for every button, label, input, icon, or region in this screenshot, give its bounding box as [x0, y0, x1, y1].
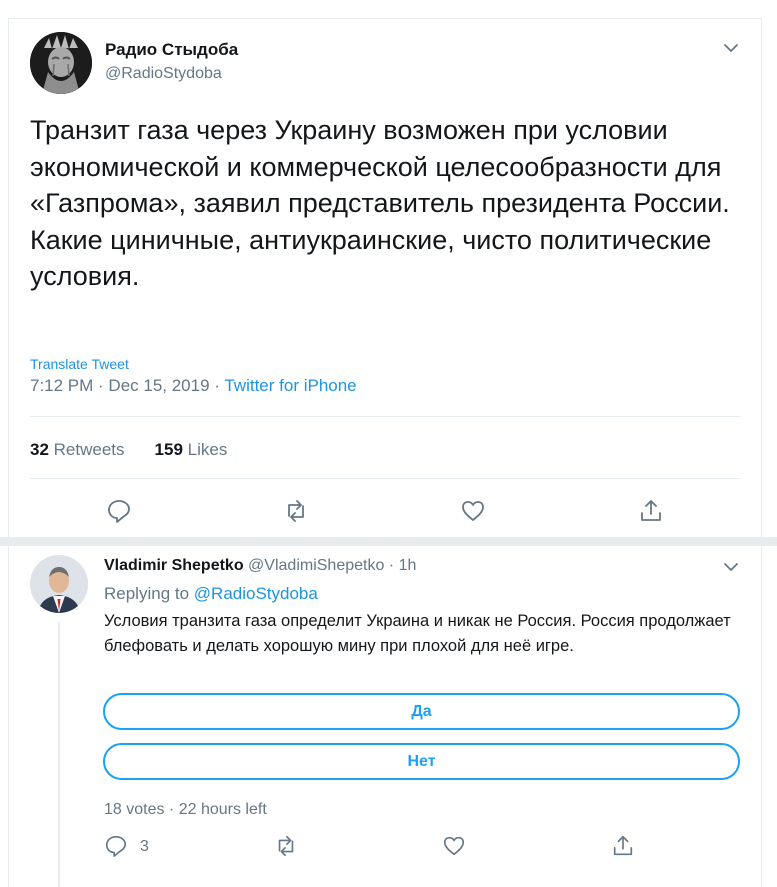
retweets-label: Retweets: [53, 440, 125, 459]
reply-time[interactable]: · 1h: [384, 557, 417, 574]
reply-icon[interactable]: [104, 834, 128, 858]
replying-prefix: Replying to: [104, 584, 194, 603]
reply-text: Условия транзита газа определит Украина …: [104, 612, 731, 655]
likes-label: Likes: [187, 440, 228, 459]
like-icon[interactable]: [442, 834, 466, 858]
tweet-timestamp[interactable]: 7:12 PM · Dec 15, 2019 ·: [30, 376, 224, 395]
chevron-down-icon[interactable]: [722, 39, 740, 57]
replying-to: Replying to @RadioStydoba: [104, 584, 318, 604]
reply-author-avatar[interactable]: [30, 555, 88, 613]
author-handle[interactable]: @RadioStydoba: [105, 65, 222, 83]
translate-tweet-link[interactable]: Translate Tweet: [30, 356, 129, 372]
likes-stat[interactable]: 159 Likes: [155, 440, 228, 459]
chevron-down-icon[interactable]: [722, 558, 740, 576]
divider: [30, 416, 740, 417]
tweet-meta: 7:12 PM · Dec 15, 2019 · Twitter for iPh…: [30, 376, 357, 396]
divider: [30, 478, 740, 479]
poll-option-no[interactable]: Нет: [103, 743, 740, 780]
likes-count: 159: [154, 440, 183, 459]
like-icon[interactable]: [460, 498, 486, 524]
tweet-source[interactable]: Twitter for iPhone: [224, 376, 356, 395]
retweets-count: 32: [30, 440, 49, 459]
tweet-stats: 32 Retweets 159 Likes: [30, 440, 227, 460]
thread-line: [58, 622, 60, 887]
reply-icon[interactable]: [106, 498, 132, 524]
replying-to-link[interactable]: @RadioStydoba: [194, 584, 318, 603]
retweets-stat[interactable]: 32 Retweets: [30, 440, 125, 459]
retweet-icon[interactable]: [283, 498, 309, 524]
share-icon[interactable]: [611, 834, 635, 858]
reply-count: 3: [140, 838, 149, 855]
tweet-text: Транзит газа через Украину возможен при …: [30, 112, 730, 295]
retweet-icon[interactable]: [274, 834, 298, 858]
poll-summary: 18 votes · 22 hours left: [104, 801, 267, 818]
author-avatar[interactable]: [30, 32, 92, 94]
poll-option-yes[interactable]: Да: [103, 693, 740, 730]
reply-author-name[interactable]: Vladimir Shepetko: [104, 557, 244, 574]
reply-author-handle[interactable]: @VladimiShepetko: [248, 557, 384, 574]
author-name[interactable]: Радио Стыдоба: [105, 40, 238, 60]
tweet-separator: [0, 537, 777, 546]
share-icon[interactable]: [638, 498, 664, 524]
tweet-text-paragraph: Транзит газа через Украину возможен при …: [30, 115, 730, 218]
tweet-text-paragraph: Какие циничные, антиукраинские, чисто по…: [30, 224, 712, 292]
reply-header: Vladimir Shepetko @VladimiShepetko · 1h: [104, 557, 416, 575]
